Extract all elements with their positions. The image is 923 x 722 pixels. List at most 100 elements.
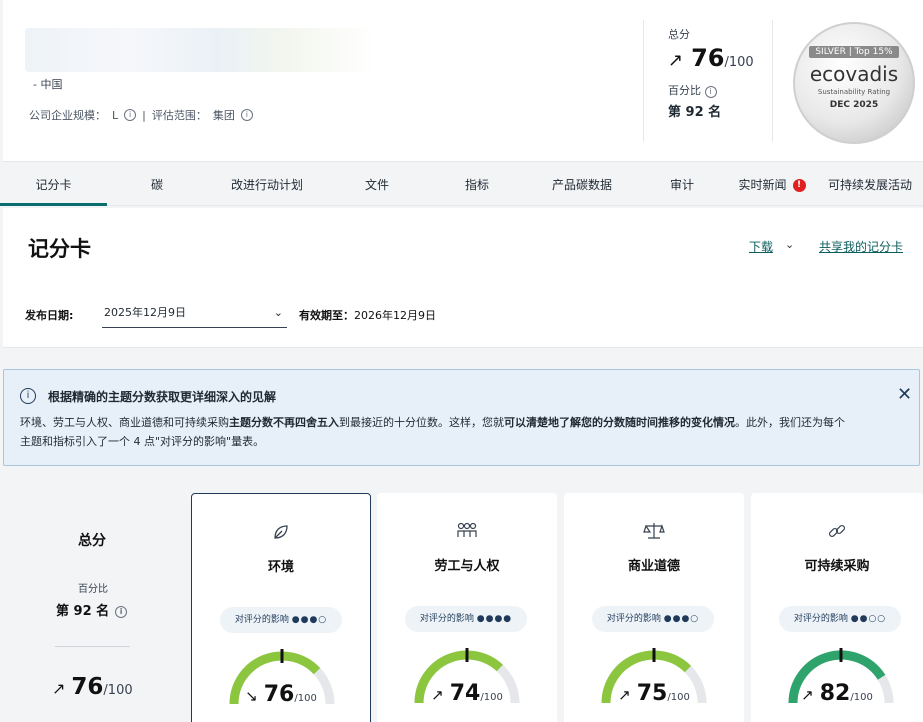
tab-csr-activities[interactable]: 可持续发展活动 (817, 166, 923, 206)
medal-subtitle: Sustainability Rating (817, 88, 891, 96)
theme-score: ↘ 76/100 (192, 682, 370, 707)
banner-text-1: 环境、劳工与人权、商业道德和可持续采购 (20, 416, 229, 429)
scorecard-panel: 记分卡 下载 ⌄ 共享我的记分卡 发布日期: 2025年12月9日 ⌄ 有效期至… (3, 208, 923, 348)
tab-documents[interactable]: 文件 (327, 166, 427, 206)
tab-product-carbon[interactable]: 产品碳数据 (527, 166, 637, 206)
publish-date-value: 2025年12月9日 (104, 306, 186, 319)
banner-text-4: 可以清楚地了解您的分数随时间推移的变化情况 (504, 416, 735, 429)
trend-up-icon: ↗ (668, 50, 684, 71)
info-icon: i (20, 388, 36, 404)
publish-date-select[interactable]: 2025年12月9日 ⌄ (102, 300, 287, 328)
alert-icon: ! (792, 179, 806, 192)
theme-score-denominator: /100 (480, 692, 503, 703)
tab-action-plan[interactable]: 改进行动计划 (207, 166, 327, 206)
company-header: - 中国 公司企业规模： L i | 评估范围： 集团 i 总分 ↗ 76/100… (3, 0, 923, 162)
scope-label: 评估范围： (151, 109, 207, 122)
theme-score-denominator: /100 (667, 692, 690, 703)
chain-icon (751, 521, 923, 545)
overall-rank: 第 92 名 i (56, 600, 128, 619)
impact-pill: 对评分的影响 ●●●○ (592, 606, 714, 632)
trend-icon: ↗ (801, 686, 814, 704)
theme-score-value: 76 (263, 682, 295, 707)
overall-score-value: 76 (71, 674, 104, 700)
total-score: ↗ 76/100 (668, 44, 772, 72)
overall-rank-info-icon[interactable]: i (115, 605, 128, 618)
leaf-icon (192, 522, 370, 546)
impact-dots: ●●○○ (850, 614, 887, 624)
main-tabs: 记分卡 碳 改进行动计划 文件 指标 产品碳数据 审计 实时新闻! 可持续发展活… (0, 166, 923, 206)
theme-score-value: 82 (819, 681, 851, 706)
size-info-icon[interactable]: i (124, 109, 137, 121)
banner-title: 根据精确的主题分数获取更详细深入的见解 (48, 390, 277, 404)
theme-title: 商业道德 (627, 559, 680, 574)
scope-info-icon[interactable]: i (240, 109, 253, 121)
company-location: - 中国 (33, 78, 63, 91)
theme-score-value: 74 (449, 681, 481, 706)
theme-score: ↗ 74/100 (377, 681, 557, 706)
company-name-redacted (25, 28, 375, 72)
overall-score: ↗ 76/100 (52, 674, 133, 700)
banner-text-3: 到最接近的十分位数。这样，您就 (339, 416, 504, 429)
divider (55, 646, 130, 647)
tab-news[interactable]: 实时新闻! (727, 166, 817, 206)
medal-tier: SILVER | Top 15% (809, 46, 899, 58)
percentile-info-icon[interactable]: i (704, 86, 717, 98)
theme-title: 环境 (267, 560, 294, 575)
chevron-down-icon[interactable]: ⌄ (785, 238, 794, 251)
size-label: 公司企业规模： (29, 109, 106, 122)
scale-icon (564, 521, 744, 545)
company-meta: 公司企业规模： L i | 评估范围： 集团 i (29, 107, 253, 123)
medal-date: DEC 2025 (829, 100, 879, 110)
theme-card-labor[interactable]: 劳工与人权 对评分的影响 ●●●● ↗ 74/100 (377, 493, 557, 722)
tab-news-label: 实时新闻 (738, 178, 787, 192)
impact-label: 对评分的影响 (234, 615, 289, 625)
download-button[interactable]: 下载 (749, 238, 773, 255)
summary-score-box: 总分 ↗ 76/100 百分比 i 第 92 名 (643, 20, 773, 142)
publish-date-label: 发布日期: (25, 309, 74, 322)
tab-carbon[interactable]: 碳 (107, 166, 207, 206)
impact-pill: 对评分的影响 ●●●● (405, 606, 527, 632)
people-icon (377, 521, 557, 545)
theme-score-value: 75 (636, 681, 668, 706)
impact-label: 对评分的影响 (419, 614, 474, 624)
impact-pill: 对评分的影响 ●●○○ (779, 606, 901, 632)
impact-dots: ●●●● (476, 614, 513, 624)
trend-up-icon: ↗ (52, 679, 66, 698)
info-banner: i 根据精确的主题分数获取更详细深入的见解 环境、劳工与人权、商业道德和可持续采… (3, 369, 920, 466)
total-score-value: 76 (691, 44, 725, 72)
total-score-denominator: /100 (724, 55, 754, 70)
theme-score-denominator: /100 (294, 693, 317, 704)
impact-dots: ●●●○ (291, 615, 328, 625)
overall-title: 总分 (78, 533, 106, 549)
share-scorecard-link[interactable]: 共享我的记分卡 (819, 238, 903, 255)
valid-until: 有效期至：2026年12月9日 (299, 307, 436, 323)
trend-icon: ↗ (431, 686, 444, 704)
ecovadis-medal: SILVER | Top 15% ecovadis Sustainability… (793, 22, 915, 144)
close-icon[interactable]: ✕ (897, 384, 912, 405)
tab-indicators[interactable]: 指标 (427, 166, 527, 206)
impact-label: 对评分的影响 (793, 614, 848, 624)
trend-icon: ↗ (618, 686, 631, 704)
impact-pill: 对评分的影响 ●●●○ (220, 607, 342, 633)
rank-value: 第 92 名 (668, 105, 722, 120)
impact-label: 对评分的影响 (606, 614, 661, 624)
banner-text-2: 主题分数不再四舍五入 (229, 416, 339, 429)
overall-percentile-label: 百分比 (78, 584, 108, 595)
theme-score: ↗ 75/100 (564, 681, 744, 706)
percentile-row: 百分比 i (668, 82, 772, 98)
theme-score-denominator: /100 (850, 692, 873, 703)
banner-body: 环境、劳工与人权、商业道德和可持续采购主题分数不再四舍五入到最接近的十分位数。这… (20, 413, 850, 451)
tab-scorecard[interactable]: 记分卡 (0, 166, 107, 206)
medal-brand: ecovadis (809, 62, 899, 86)
theme-score: ↗ 82/100 (751, 681, 923, 706)
total-label: 总分 (668, 28, 690, 41)
valid-until-label: 有效期至： (299, 309, 354, 322)
theme-card-environment[interactable]: 环境 对评分的影响 ●●●○ ↘ 76/100 (191, 493, 371, 722)
meta-separator: | (142, 108, 146, 122)
theme-card-ethics[interactable]: 商业道德 对评分的影响 ●●●○ ↗ 75/100 (564, 493, 744, 722)
theme-card-procurement[interactable]: 可持续采购 对评分的影响 ●●○○ ↗ 82/100 (751, 493, 923, 722)
impact-dots: ●●●○ (663, 614, 700, 624)
theme-title: 可持续采购 (804, 559, 870, 574)
tab-audit[interactable]: 审计 (637, 166, 727, 206)
overall-score-denominator: /100 (103, 683, 133, 698)
